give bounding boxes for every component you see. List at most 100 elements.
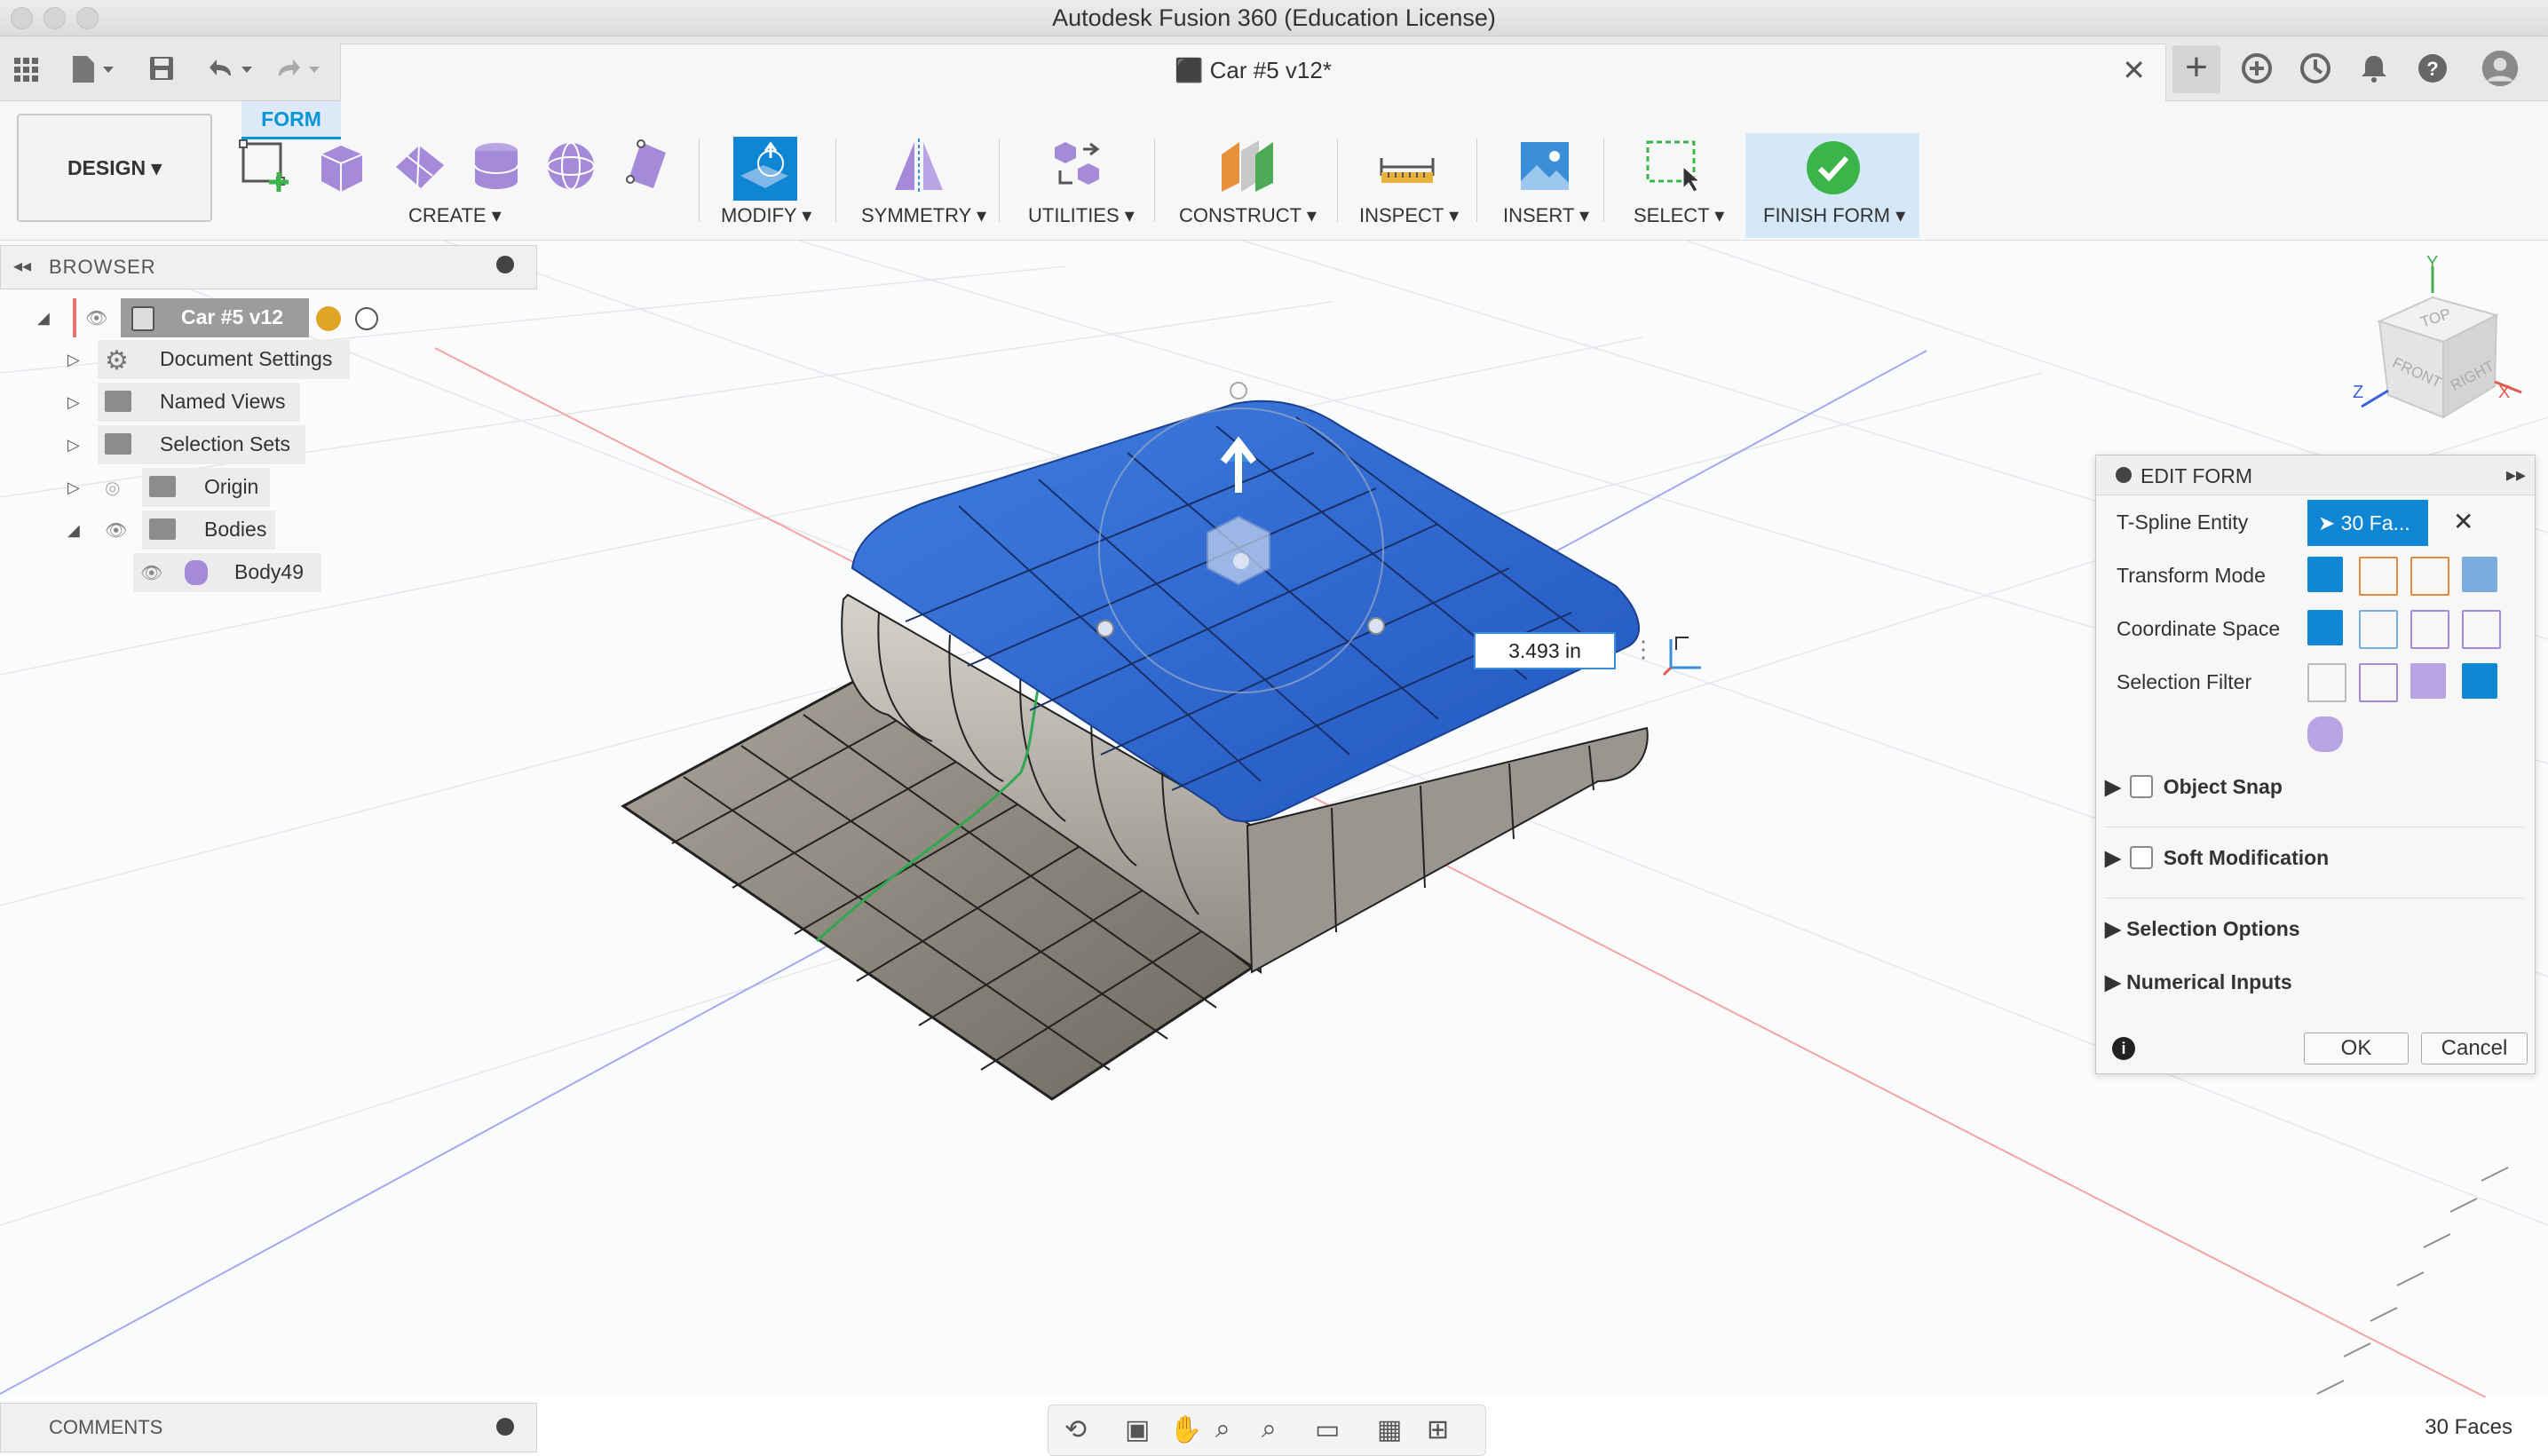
plane-form-tool-icon[interactable] <box>391 137 449 195</box>
collapse-triangle-icon[interactable]: ◢ <box>37 309 50 328</box>
ok-button[interactable]: OK <box>2304 1033 2409 1064</box>
box-sketch-tool-icon[interactable] <box>236 137 295 195</box>
more-options-icon[interactable]: ⋮ <box>1632 636 1655 663</box>
tree-item-origin[interactable]: ▷ ◎ Origin <box>0 468 355 507</box>
tspline-entity-selector[interactable]: ➤ 30 Fa... <box>2307 500 2428 546</box>
help-icon[interactable]: ? <box>2415 49 2450 88</box>
multi-transform-icon[interactable] <box>2307 557 2343 592</box>
soft-modification-row[interactable]: ▶ Soft Modification <box>2105 846 2329 870</box>
workspace-switcher[interactable]: DESIGN ▾ <box>17 114 212 222</box>
view-cube[interactable]: TOP FRONT RIGHT Y Z X <box>2353 253 2522 419</box>
notifications-icon[interactable] <box>2356 49 2392 88</box>
tree-item-body49[interactable]: 👁 Body49 <box>0 553 355 592</box>
measure-icon[interactable] <box>1378 137 1436 195</box>
expand-triangle-icon[interactable]: ▶ <box>2105 846 2121 869</box>
cancel-button[interactable]: Cancel <box>2421 1033 2528 1064</box>
vertex-filter-icon[interactable] <box>2307 663 2346 702</box>
utilities-tool-icon[interactable] <box>1048 137 1106 195</box>
soft-modification-checkbox[interactable] <box>2129 846 2153 869</box>
symmetry-tool-icon[interactable] <box>890 137 948 195</box>
finish-form-button[interactable]: FINISH FORM ▾ <box>1745 133 1919 238</box>
close-tab-icon[interactable]: ✕ <box>2122 53 2146 87</box>
redo-icon[interactable] <box>273 49 327 88</box>
view-space-icon[interactable] <box>2359 610 2398 649</box>
expand-triangle-icon[interactable]: ▷ <box>67 351 80 369</box>
insert-image-icon[interactable] <box>1515 137 1574 195</box>
insert-menu[interactable]: INSERT ▾ <box>1503 204 1589 227</box>
app-grid-icon[interactable] <box>11 49 43 88</box>
construct-plane-icon[interactable] <box>1218 137 1277 195</box>
collapse-panel-icon[interactable]: ◂◂ <box>13 255 31 277</box>
triad-icon[interactable] <box>1662 637 1701 677</box>
job-status-icon[interactable] <box>2298 49 2333 88</box>
zoom-icon[interactable]: ⌕ <box>1215 1414 1230 1444</box>
expand-triangle-icon[interactable]: ▷ <box>67 436 80 455</box>
tree-item-bodies[interactable]: ◢ 👁 Bodies <box>0 510 355 550</box>
inspect-menu[interactable]: INSPECT ▾ <box>1359 204 1459 227</box>
utilities-menu[interactable]: UTILITIES ▾ <box>1028 204 1135 227</box>
selection-options-row[interactable]: ▶ Selection Options <box>2105 917 2300 941</box>
undo-icon[interactable] <box>206 49 259 88</box>
activate-radio-icon[interactable] <box>355 307 378 330</box>
body-filter-icon[interactable] <box>2307 716 2343 752</box>
eye-icon[interactable]: 👁 <box>85 307 107 329</box>
expand-triangle-icon[interactable]: ▶ <box>2105 917 2126 940</box>
select-menu[interactable]: SELECT ▾ <box>1634 204 1724 227</box>
save-icon[interactable] <box>146 49 178 88</box>
object-snap-row[interactable]: ▶ Object Snap <box>2105 775 2283 799</box>
tree-item-selection-sets[interactable]: ▷ Selection Sets <box>0 425 355 464</box>
expand-triangle-icon[interactable]: ▷ <box>67 479 80 497</box>
eye-icon[interactable]: 👁 <box>105 519 127 542</box>
symmetry-menu[interactable]: SYMMETRY ▾ <box>861 204 986 227</box>
world-space-icon[interactable] <box>2307 610 2343 645</box>
pan-icon[interactable]: ✋ <box>1169 1414 1202 1445</box>
translate-icon[interactable] <box>2359 557 2398 596</box>
sphere-form-tool-icon[interactable] <box>542 137 600 195</box>
add-comment-icon[interactable] <box>496 1418 514 1436</box>
object-snap-checkbox[interactable] <box>2129 775 2153 798</box>
tree-item-named-views[interactable]: ▷ Named Views <box>0 383 355 422</box>
edge-filter-icon[interactable] <box>2359 663 2398 702</box>
numerical-inputs-row[interactable]: ▶ Numerical Inputs <box>2105 970 2292 994</box>
face-form-tool-icon[interactable] <box>618 137 677 195</box>
select-tool-icon[interactable] <box>1644 137 1703 195</box>
document-tab[interactable]: ⬛ Car #5 v12* ✕ <box>340 44 2166 101</box>
face-filter-icon[interactable] <box>2410 663 2446 699</box>
construct-menu[interactable]: CONSTRUCT ▾ <box>1179 204 1317 227</box>
expand-triangle-icon[interactable]: ▶ <box>2105 970 2126 993</box>
edit-form-tool-icon[interactable] <box>730 133 801 204</box>
clear-selection-icon[interactable]: ✕ <box>2453 507 2473 536</box>
cylinder-form-tool-icon[interactable] <box>467 137 526 195</box>
create-menu[interactable]: CREATE ▾ <box>408 204 502 227</box>
file-icon[interactable] <box>67 49 121 88</box>
modify-menu[interactable]: MODIFY ▾ <box>721 204 811 227</box>
fit-icon[interactable]: ⌕ <box>1262 1414 1277 1444</box>
scale-icon[interactable] <box>2462 557 2497 592</box>
tree-item-document-settings[interactable]: ▷ ⚙ Document Settings <box>0 340 355 379</box>
hidden-eye-icon[interactable]: ◎ <box>105 477 120 499</box>
expand-triangle-icon[interactable]: ▶ <box>2105 775 2121 798</box>
panel-collapse-icon[interactable] <box>2116 467 2132 483</box>
eye-icon[interactable]: 👁 <box>140 562 162 584</box>
local-space-icon[interactable] <box>2410 610 2449 649</box>
grid-settings-icon[interactable]: ▦ <box>1377 1414 1402 1445</box>
new-tab-button[interactable]: + <box>2172 45 2220 93</box>
collapse-triangle-icon[interactable]: ◢ <box>67 521 80 540</box>
orbit-icon[interactable]: ⟲ <box>1064 1414 1087 1445</box>
tab-form[interactable]: FORM <box>241 101 341 139</box>
box-form-tool-icon[interactable] <box>313 137 371 195</box>
distance-input[interactable]: 3.493 in <box>1474 632 1616 669</box>
extensions-icon[interactable] <box>2239 49 2275 88</box>
expand-panel-icon[interactable]: ▸▸ <box>2506 463 2526 487</box>
profile-icon[interactable] <box>2479 49 2521 88</box>
look-at-icon[interactable]: ▣ <box>1125 1414 1150 1445</box>
info-icon[interactable]: i <box>2112 1037 2135 1060</box>
per-entity-space-icon[interactable] <box>2462 610 2501 649</box>
expand-triangle-icon[interactable]: ▷ <box>67 393 80 412</box>
all-filter-icon[interactable] <box>2462 663 2497 699</box>
tree-root[interactable]: ◢ 👁 Car #5 v12 <box>0 298 408 337</box>
rotate-icon[interactable] <box>2410 557 2449 596</box>
viewports-icon[interactable]: ⊞ <box>1427 1414 1449 1445</box>
display-settings-icon[interactable]: ▭ <box>1315 1414 1340 1445</box>
browser-minimize-icon[interactable] <box>496 256 514 273</box>
